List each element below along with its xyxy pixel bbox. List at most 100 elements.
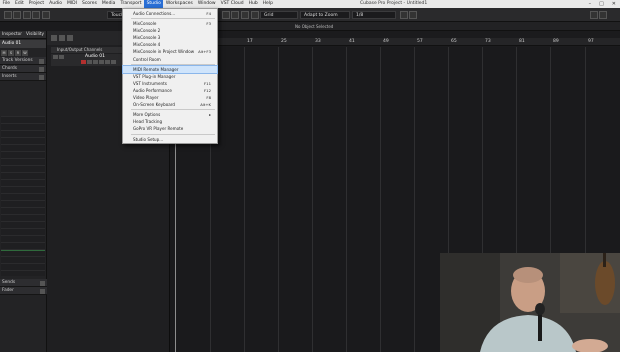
menu-separator [131,63,215,65]
menu-item-head-tracking[interactable]: Head Tracking [123,118,217,125]
tab-visibility[interactable]: Visibility [24,31,46,38]
menu-item-more-options[interactable]: More Options ▸ [123,111,217,118]
mixer-icon[interactable] [599,11,608,19]
section-sends[interactable]: Sends [0,279,47,287]
inspector-tabs: Inspector Visibility [0,31,46,39]
menu-item-mixconsole-3[interactable]: MixConsole 3 [123,34,217,41]
lower-zone-icon[interactable] [41,11,50,19]
menu-media[interactable]: Media [99,0,118,8]
menu-item-mixconsole-4[interactable]: MixConsole 4 [123,41,217,48]
menu-item-mixconsole-2[interactable]: MixConsole 2 [123,27,217,34]
read-button[interactable] [105,60,110,64]
pointer-tool-icon[interactable] [222,11,230,19]
close-icon[interactable]: ✕ [612,1,616,7]
menu-item-control-room[interactable]: Control Room [123,56,217,63]
automation-mode-select[interactable]: Touch [107,11,124,19]
add-track-icon[interactable] [51,35,57,41]
menu-item-audio-connections[interactable]: Audio Connections... F4 [123,10,217,17]
menu-workspaces[interactable]: Workspaces [163,0,195,8]
menu-studio[interactable]: Studio [144,0,164,8]
color-tool-icon[interactable] [240,11,249,19]
write-button[interactable] [111,60,116,64]
menu-edit[interactable]: Edit [13,0,27,8]
menu-item-studio-setup[interactable]: Studio Setup... [123,136,217,143]
timeline-ruler[interactable]: 1 9 17 25 33 41 49 57 65 73 81 89 97 [170,38,620,46]
section-fader[interactable]: Fader [0,287,47,295]
meter-icon[interactable] [409,11,418,19]
record-enable-button[interactable] [81,60,86,64]
grid-mode-select[interactable]: Adapt to Zoom [300,11,350,19]
mute-button[interactable]: M [1,50,7,56]
menu-item-on-screen-keyboard[interactable]: On-Screen Keyboard Alt+K [123,101,217,108]
track-expand-icon[interactable] [53,55,58,59]
menu-item-video-player[interactable]: Video Player F8 [123,94,217,101]
snap-toggle-icon[interactable] [231,11,240,19]
bar-line [380,47,381,352]
menu-help[interactable]: Help [260,0,275,8]
track-controls [53,55,64,59]
menu-item-midi-remote-manager[interactable]: MIDI Remote Manager [122,64,218,74]
mute-button[interactable] [93,60,98,64]
menu-transport[interactable]: Transport [118,0,144,8]
minimize-icon[interactable]: – [589,1,592,7]
toolbar-right-icons [400,11,418,19]
quantize-icon[interactable] [400,11,408,19]
menu-file[interactable]: File [0,0,13,8]
guitar-icon [595,261,615,305]
menu-item-mixconsole-in-project-window[interactable]: MixConsole in Project Window Alt+F3 [123,48,217,55]
menu-item-mixconsole[interactable]: MixConsole F3 [123,20,217,27]
menu-scores[interactable]: Scores [79,0,99,8]
inspector-track-buttons: M S R W [0,49,46,57]
menu-item-audio-performance[interactable]: Audio Performance F12 [123,87,217,94]
active-slot-indicator [1,250,45,251]
insert-slots[interactable] [1,116,45,276]
status-message: No Object Selected [295,24,334,29]
maximize-icon[interactable]: □ [599,1,604,7]
inspector-track-name[interactable]: Audio 01 [0,40,46,48]
constrain-delay-icon[interactable] [13,11,22,19]
inspector-toggle-icon[interactable] [32,11,41,19]
info-line: No Object Selected [170,22,620,31]
toolbar: Touch Grid Adapt to Zoom 1/8 [0,8,620,22]
ruler-tick: 89 [553,39,559,44]
menu-vst-cloud[interactable]: VST Cloud [218,0,246,8]
read-button[interactable]: R [15,50,21,56]
section-track-versions[interactable]: Track Versions [0,57,46,65]
window-title: Cubase Pro Project - Untitled1 [360,1,428,6]
quantize-select[interactable]: 1/8 [352,11,396,19]
monitor-button[interactable] [87,60,92,64]
section-toggle-icon[interactable] [39,66,44,72]
menu-midi[interactable]: MIDI [64,0,79,8]
write-button[interactable]: W [22,50,28,56]
menu-project[interactable]: Project [26,0,46,8]
menu-item-vst-plugin-manager[interactable]: VST Plug-in Manager [123,73,217,80]
section-inserts[interactable]: Inserts [0,73,46,81]
activate-project-icon[interactable] [4,11,12,19]
track-edit-icon[interactable] [59,55,64,59]
section-toggle-icon[interactable] [39,74,44,80]
menu-item-vst-instruments[interactable]: VST Instruments F11 [123,80,217,87]
track-options-icon[interactable] [67,35,73,41]
menu-hub[interactable]: Hub [246,0,260,8]
solo-button[interactable]: S [8,50,14,56]
ruler-tick: 81 [519,39,525,44]
solo-button[interactable] [99,60,104,64]
studio-menu-dropdown: Audio Connections... F4 MixConsole F3 MixC… [122,8,218,144]
settings-icon[interactable] [590,11,598,19]
window-layout-icon[interactable] [22,11,31,19]
section-chords[interactable]: Chords [0,65,46,73]
section-toggle-icon[interactable] [40,288,45,294]
menu-window[interactable]: Window [195,0,218,8]
section-toggle-icon[interactable] [40,280,45,286]
grid-snap-icon[interactable] [251,11,259,19]
track-filter-icon[interactable] [59,35,65,41]
menu-item-gopro-vr-player-remote[interactable]: GoPro VR Player Remote [123,125,217,132]
grid-type-select[interactable]: Grid [260,11,298,19]
menu-separator [131,109,215,111]
section-toggle-icon[interactable] [39,58,44,64]
tab-inspector[interactable]: Inspector [0,31,24,38]
menu-audio[interactable]: Audio [47,0,65,8]
presenter-video [440,253,620,352]
ruler-tick: 25 [281,39,287,44]
bar-line [346,47,347,352]
